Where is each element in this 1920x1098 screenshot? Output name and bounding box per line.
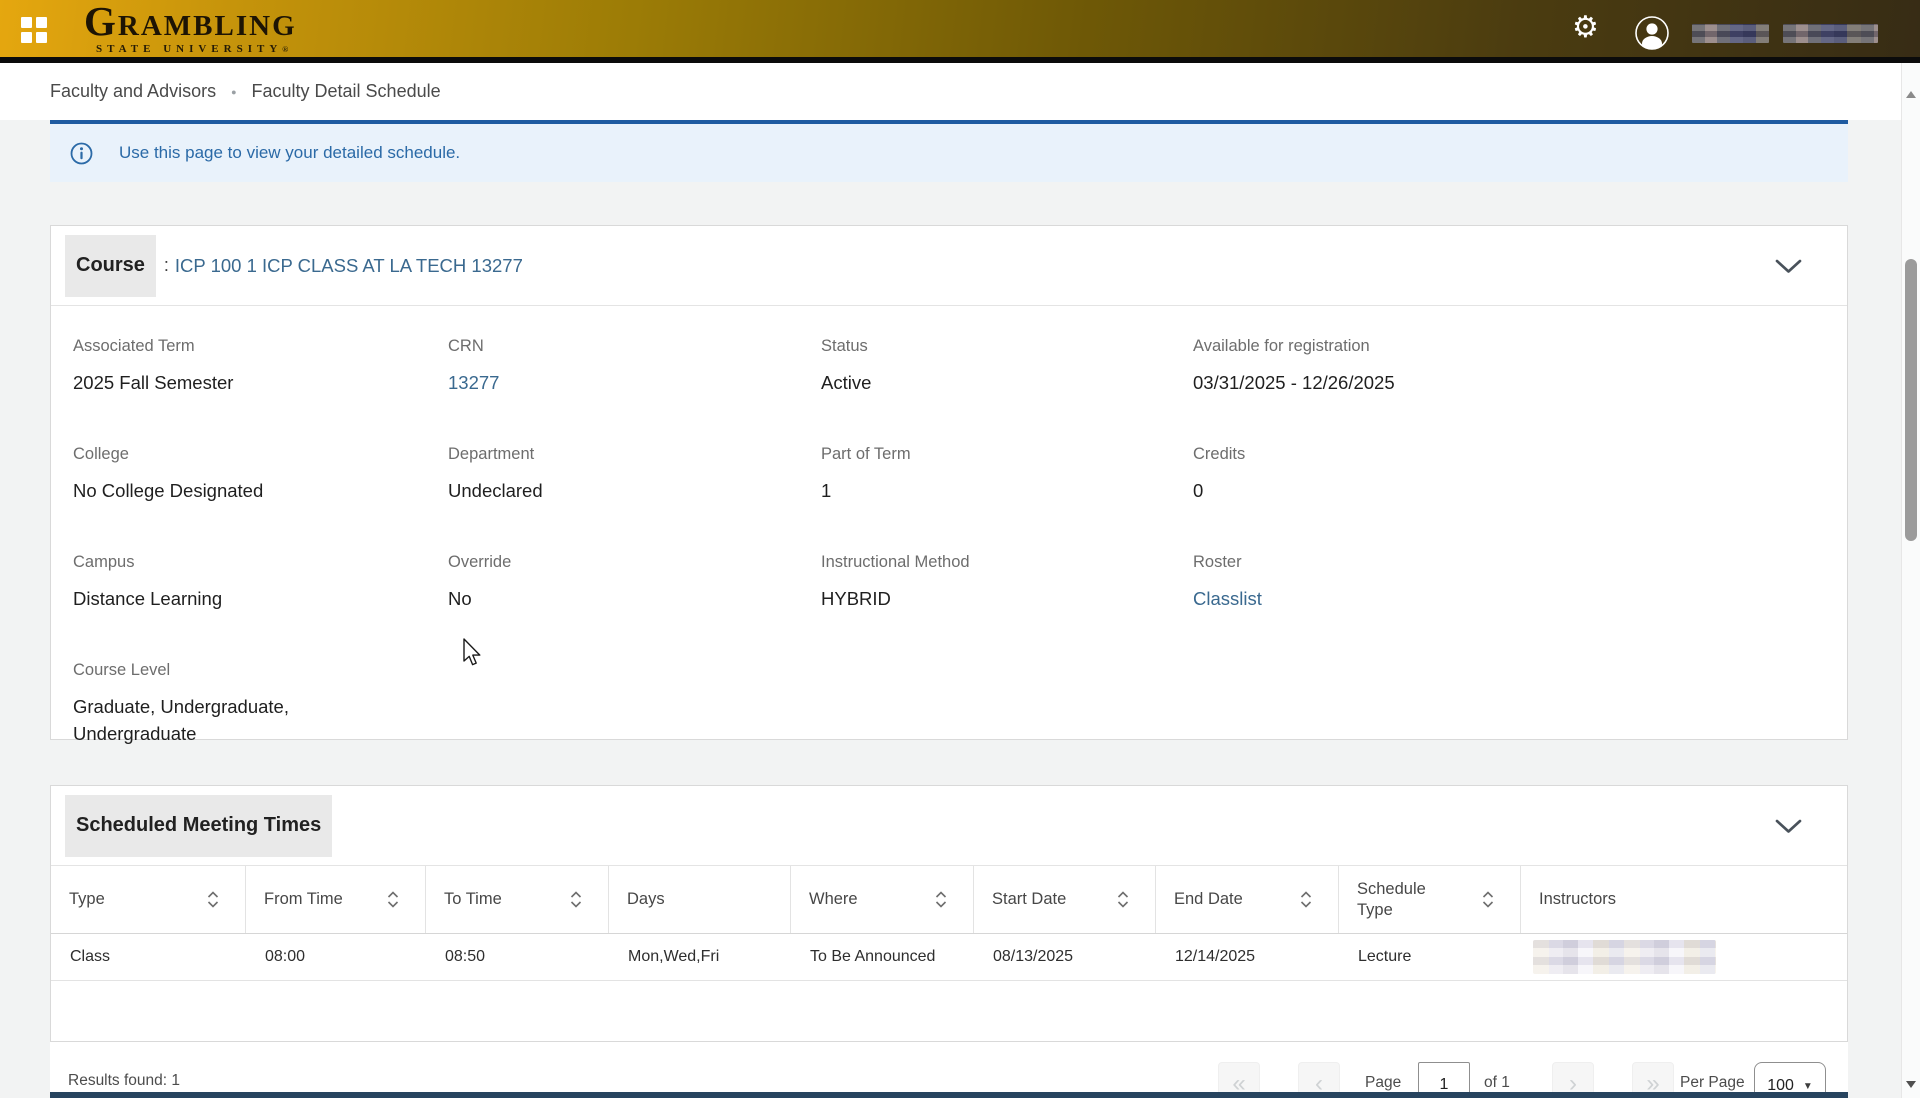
scroll-down-arrow-icon[interactable] (1906, 1081, 1916, 1088)
crn-link[interactable]: 13277 (448, 369, 821, 396)
course-title-link[interactable]: ICP 100 1 ICP CLASS AT LA TECH 13277 (175, 255, 523, 277)
bottom-section-divider (50, 1092, 1848, 1098)
column-header-where[interactable]: Where (791, 866, 974, 933)
cell-type: Class (51, 934, 246, 980)
app-header: GRAMBLING STATE UNIVERSITY® ⚙ (0, 0, 1920, 57)
user-profile-icon[interactable] (1634, 15, 1670, 56)
column-header-instructors: Instructors (1521, 866, 1847, 933)
sort-icon[interactable] (207, 891, 219, 908)
chevron-down-icon[interactable] (1775, 819, 1802, 839)
redacted-instructor-name (1533, 940, 1716, 974)
per-page-label: Per Page (1680, 1074, 1745, 1092)
breadcrumb-separator-icon: ● (231, 87, 236, 97)
cell-from-time: 08:00 (246, 934, 426, 980)
cell-end-date: 12/14/2025 (1156, 934, 1339, 980)
breadcrumb-faculty-and-advisors[interactable]: Faculty and Advisors (50, 81, 216, 102)
cell-days: Mon,Wed,Fri (609, 934, 791, 980)
column-header-schedule-type[interactable]: Schedule Type (1339, 866, 1521, 933)
cell-start-date: 08/13/2025 (974, 934, 1156, 980)
sort-icon[interactable] (387, 891, 399, 908)
cell-where: To Be Announced (791, 934, 974, 980)
results-found-text: Results found: 1 (68, 1072, 180, 1090)
breadcrumb-current-page: Faculty Detail Schedule (252, 81, 441, 102)
meeting-times-table-row: Class 08:00 08:50 Mon,Wed,Fri To Be Anno… (51, 934, 1847, 981)
field-campus: Campus Distance Learning (73, 553, 448, 612)
field-available-for-registration: Available for registration 03/31/2025 - … (1193, 337, 1823, 396)
redacted-user-name (1692, 24, 1769, 43)
page-label: Page (1365, 1074, 1401, 1092)
chevron-down-icon[interactable] (1775, 259, 1802, 279)
meeting-times-table-header: Type From Time To Time Days Where Start … (51, 866, 1847, 934)
column-header-days[interactable]: Days (609, 866, 791, 933)
field-instructional-method: Instructional Method HYBRID (821, 553, 1193, 612)
university-logo[interactable]: GRAMBLING STATE UNIVERSITY® (84, 4, 297, 56)
field-override: Override No (448, 553, 821, 612)
info-icon (70, 142, 93, 165)
faculty-detail-schedule-page: GRAMBLING STATE UNIVERSITY® ⚙ Faculty an… (0, 0, 1920, 1098)
registered-mark: ® (282, 45, 293, 54)
settings-gear-icon[interactable]: ⚙ (1572, 12, 1599, 44)
field-college: College No College Designated (73, 445, 448, 504)
meeting-times-section-label: Scheduled Meeting Times (65, 795, 332, 857)
field-credits: Credits 0 (1193, 445, 1823, 504)
field-crn: CRN 13277 (448, 337, 821, 396)
course-section-label: Course (65, 235, 156, 297)
course-details-grid: Associated Term 2025 Fall Semester CRN 1… (51, 306, 1847, 796)
sort-icon[interactable] (935, 891, 947, 908)
app-menu-icon[interactable] (21, 17, 47, 43)
redacted-user-detail (1783, 24, 1878, 43)
course-section: Course : ICP 100 1 ICP CLASS AT LA TECH … (50, 225, 1848, 740)
field-roster: Roster Classlist (1193, 553, 1823, 612)
column-header-from-time[interactable]: From Time (246, 866, 426, 933)
column-header-type[interactable]: Type (51, 866, 246, 933)
grid-menu-icon (21, 17, 47, 43)
column-header-to-time[interactable]: To Time (426, 866, 609, 933)
dropdown-caret-icon: ▼ (1803, 1081, 1813, 1092)
scrollbar-thumb[interactable] (1905, 259, 1917, 541)
column-header-start-date[interactable]: Start Date (974, 866, 1156, 933)
field-department: Department Undeclared (448, 445, 821, 504)
sort-icon[interactable] (1117, 891, 1129, 908)
meeting-times-section-header[interactable]: Scheduled Meeting Times (51, 786, 1847, 866)
field-part-of-term: Part of Term 1 (821, 445, 1193, 504)
course-section-header[interactable]: Course : ICP 100 1 ICP CLASS AT LA TECH … (51, 226, 1847, 306)
sort-icon[interactable] (1300, 891, 1312, 908)
scheduled-meeting-times-section: Scheduled Meeting Times Type From Time T… (50, 785, 1848, 1042)
classlist-link[interactable]: Classlist (1193, 585, 1823, 612)
sort-icon[interactable] (1482, 891, 1494, 908)
logo-subtitle: STATE UNIVERSITY® (84, 43, 297, 56)
scroll-up-arrow-icon[interactable] (1906, 91, 1916, 98)
field-course-level: Course Level Graduate, Undergraduate, Un… (73, 661, 448, 747)
field-associated-term: Associated Term 2025 Fall Semester (73, 337, 448, 396)
vertical-scrollbar[interactable] (1901, 63, 1920, 1098)
column-header-end-date[interactable]: End Date (1156, 866, 1339, 933)
sort-icon[interactable] (570, 891, 582, 908)
results-pagination-bar: Results found: 1 « ‹ Page of 1 › » Per P… (50, 1042, 1848, 1098)
cell-schedule-type: Lecture (1339, 934, 1521, 980)
cell-to-time: 08:50 (426, 934, 609, 980)
breadcrumb: Faculty and Advisors ● Faculty Detail Sc… (0, 63, 1920, 120)
course-title-separator: : (164, 255, 169, 276)
logo-wordmark: GRAMBLING (84, 4, 297, 43)
page-of-label: of 1 (1484, 1074, 1510, 1092)
info-banner: Use this page to view your detailed sche… (50, 120, 1848, 182)
field-status: Status Active (821, 337, 1193, 396)
info-banner-text: Use this page to view your detailed sche… (119, 143, 460, 163)
